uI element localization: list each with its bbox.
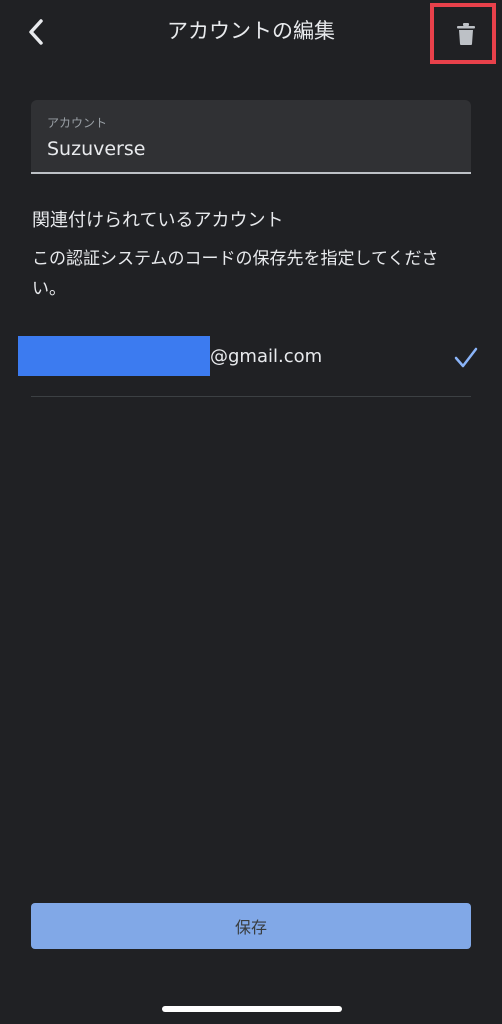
home-indicator bbox=[162, 1006, 342, 1012]
account-name-field[interactable]: アカウント Suzuverse bbox=[31, 100, 471, 174]
account-name-label: アカウント bbox=[47, 116, 108, 130]
save-button[interactable]: 保存 bbox=[31, 903, 471, 949]
email-redaction-block bbox=[18, 336, 210, 376]
page-title: アカウントの編集 bbox=[167, 19, 335, 43]
linked-accounts-description: この認証システムのコードの保存先を指定してください。 bbox=[32, 249, 439, 299]
app-bar: アカウントの編集 bbox=[0, 0, 502, 70]
check-icon bbox=[454, 347, 478, 368]
account-list-item[interactable]: @gmail.com bbox=[0, 336, 502, 396]
list-divider bbox=[31, 396, 471, 397]
email-domain-text: @gmail.com bbox=[210, 346, 323, 367]
account-name-value[interactable]: Suzuverse bbox=[47, 138, 145, 160]
delete-button[interactable] bbox=[446, 16, 486, 52]
trash-icon bbox=[457, 23, 475, 45]
linked-accounts-heading: 関連付けられているアカウント bbox=[32, 210, 284, 231]
